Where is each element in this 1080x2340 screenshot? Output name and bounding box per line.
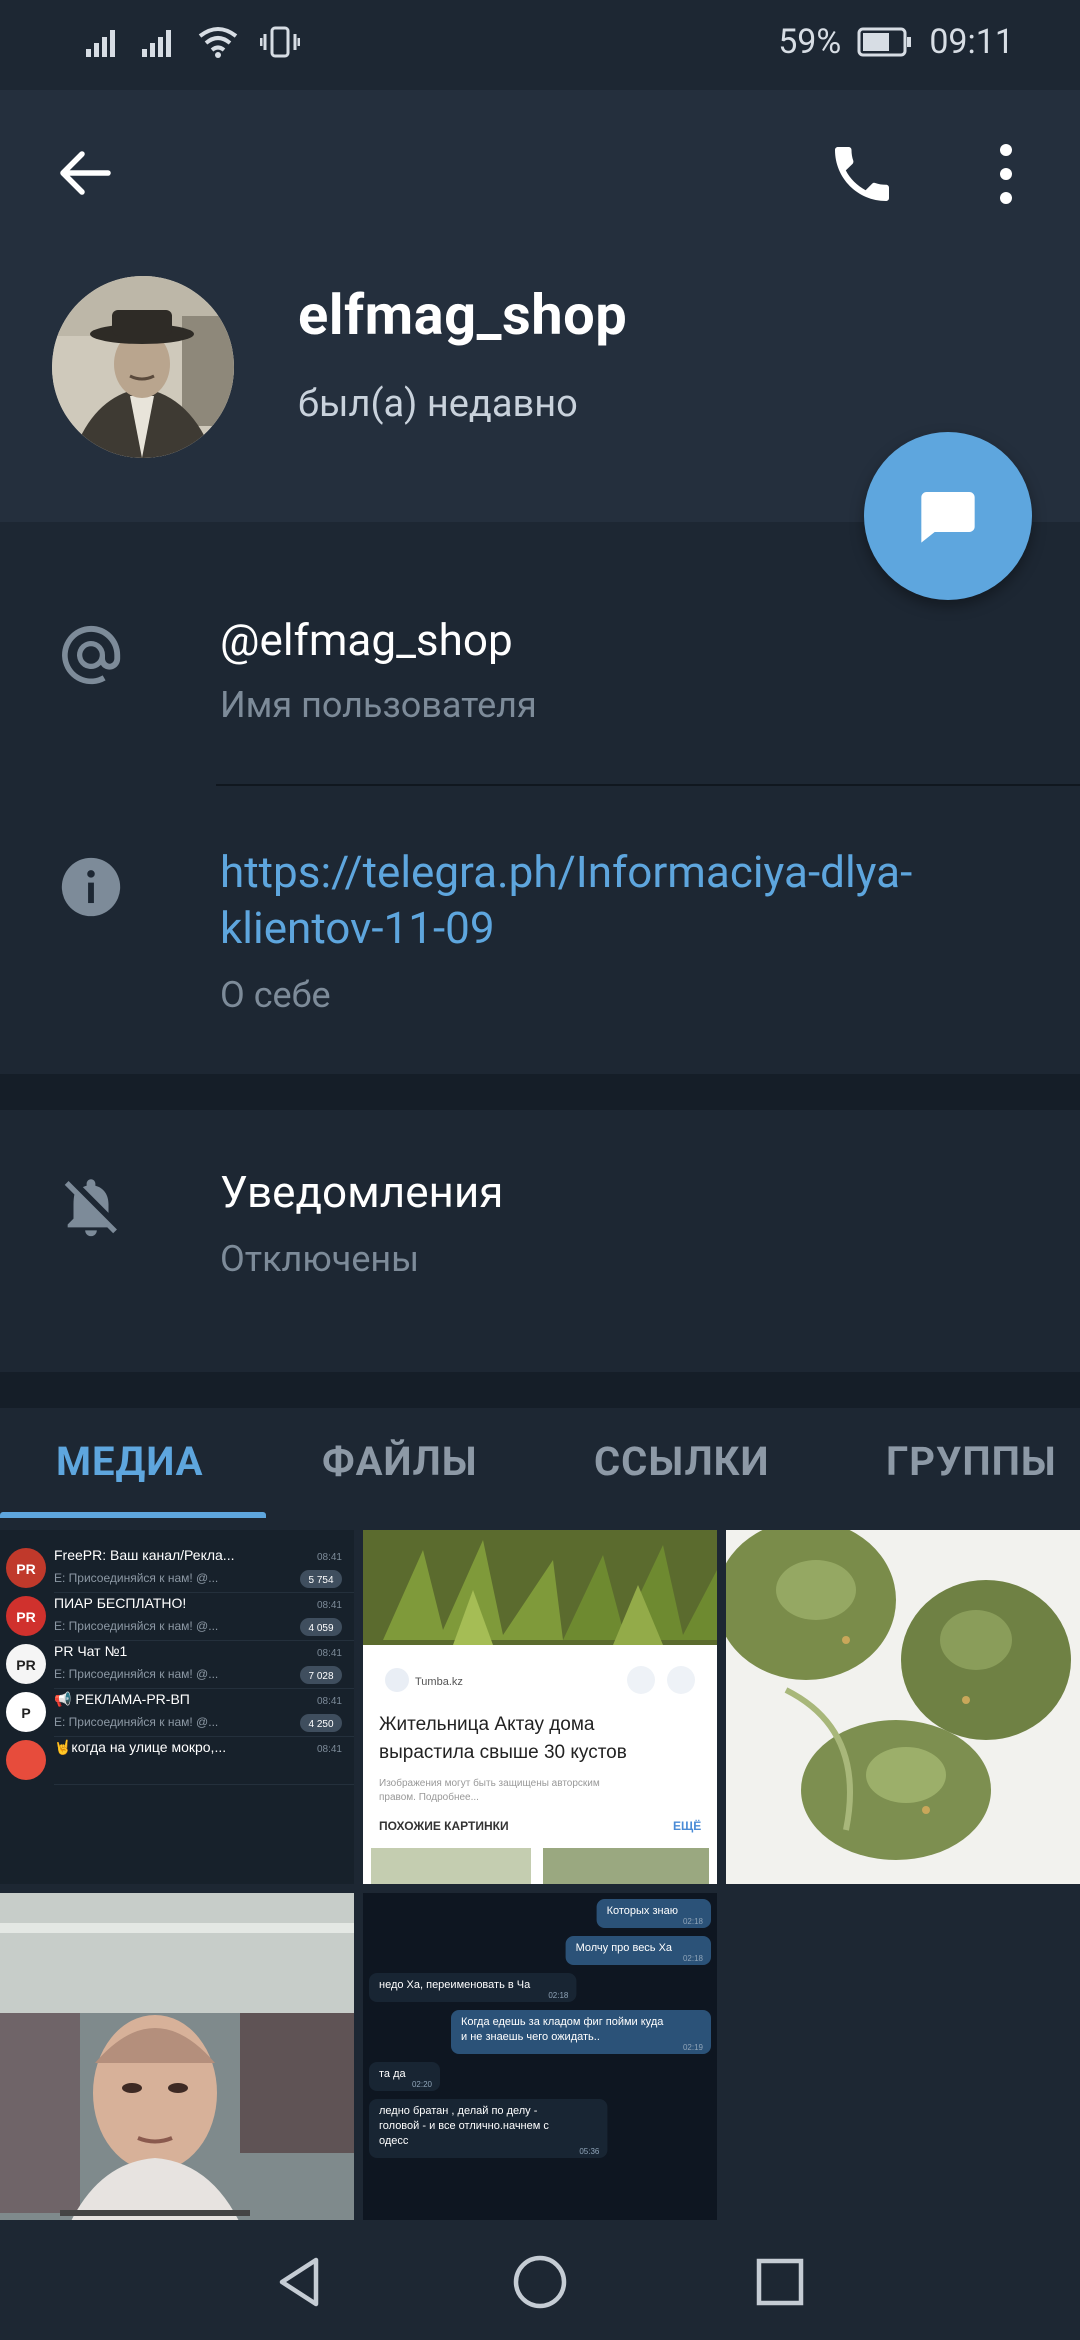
chatlist-time: 08:41 xyxy=(317,1600,342,1611)
clock: 09:11 xyxy=(929,22,1014,62)
system-nav-bar xyxy=(0,2220,1080,2340)
nav-home-icon[interactable] xyxy=(510,2252,570,2312)
bio-label: О себе xyxy=(220,974,331,1016)
status-icons-right: 59% 09:11 xyxy=(778,22,1014,62)
status-bar: 59% 09:11 xyxy=(0,0,1080,90)
chatlist-title: 📢 РЕКЛАМА-PR-ВП xyxy=(54,1691,190,1708)
chat-message-text: та да xyxy=(379,2068,407,2080)
divider xyxy=(216,784,1080,786)
chatlist-count: 5 754 xyxy=(308,1575,333,1586)
tab-files[interactable]: ФАЙЛЫ xyxy=(322,1438,478,1485)
chatlist-preview: Е: Присоединяйся к нам! @... xyxy=(54,1715,218,1729)
tab-indicator xyxy=(0,1512,266,1518)
chat-message-text: головой - и все отлично.начнем с xyxy=(379,2120,549,2132)
more-vert-icon[interactable] xyxy=(990,136,1022,212)
chatlist-time: 08:41 xyxy=(317,1648,342,1659)
chatlist-preview: Е: Присоединяйся к нам! @... xyxy=(54,1619,218,1633)
chatlist-title: ПИАР БЕСПЛАТНО! xyxy=(54,1595,186,1611)
chatlist-count: 4 059 xyxy=(308,1623,333,1634)
chatlist-title: PR Чат №1 xyxy=(54,1643,127,1659)
chatlist-preview: Е: Присоединяйся к нам! @... xyxy=(54,1667,218,1681)
chatlist-screenshot: PR FreePR: Ваш канал/Рекла... 08:41 Е: Прис… xyxy=(6,1547,354,1785)
at-sign-icon xyxy=(62,625,121,685)
profile-name: elfmag_shop xyxy=(298,282,628,348)
news-source: Tumba.kz xyxy=(415,1676,463,1688)
tab-media[interactable]: МЕДИА xyxy=(56,1438,204,1485)
notifications-title: Уведомления xyxy=(220,1166,504,1218)
vibrate-icon xyxy=(260,26,300,58)
svg-text:правом. Подробнее...: правом. Подробнее... xyxy=(379,1791,479,1803)
shared-media-tabs: МЕДИА ФАЙЛЫ ССЫЛКИ ГРУППЫ xyxy=(0,1408,1080,1522)
chat-screenshot: Которых знаю 02:18 Молчу про весь Ха 02:18 н… xyxy=(369,1899,711,2158)
media-grid: PR FreePR: Ваш канал/Рекла... 08:41 Е: Прис… xyxy=(0,1520,1080,2247)
news-more: ЕЩЁ xyxy=(673,1818,701,1833)
chat-message-text: Которых знаю xyxy=(607,1905,678,1917)
chat-message-time: 02:18 xyxy=(683,1917,704,1926)
media-thumb-plant[interactable] xyxy=(726,1530,1080,1884)
signal-icon xyxy=(86,30,115,57)
media-thumb-news[interactable]: Tumba.kz Жительница Актау дома вырастила… xyxy=(363,1530,717,1884)
signal-icon xyxy=(142,30,171,57)
chat-message-time: 02:18 xyxy=(683,1954,704,1963)
notifications-value: Отключены xyxy=(220,1238,420,1280)
nav-back-icon[interactable] xyxy=(270,2252,330,2312)
chat-message-text: ледно братан , делай по делу - xyxy=(379,2105,538,2117)
chatlist-time: 08:41 xyxy=(317,1696,342,1707)
bell-off-icon xyxy=(64,1179,117,1237)
chat-message-time: 05:36 xyxy=(579,2147,600,2156)
notifications-row[interactable]: Уведомления Отключены xyxy=(0,1110,1080,1372)
chat-message-text: и не знаешь чего ожидать.. xyxy=(461,2031,600,2043)
person-photo xyxy=(0,1893,354,2247)
wifi-icon xyxy=(198,27,238,58)
chat-message-time: 02:20 xyxy=(412,2080,433,2089)
chat-bubble-icon xyxy=(921,492,975,543)
username-value[interactable]: @elfmag_shop xyxy=(220,614,513,666)
chat-message-text: одесс xyxy=(379,2135,409,2147)
news-screenshot: Tumba.kz Жительница Актау дома вырастила… xyxy=(363,1530,717,1884)
last-seen-status: был(а) недавно xyxy=(298,382,578,426)
tab-groups[interactable]: ГРУППЫ xyxy=(886,1438,1057,1485)
phone-icon[interactable] xyxy=(826,138,898,210)
avatar[interactable] xyxy=(52,276,234,458)
news-headline-1: Жительница Актау дома xyxy=(379,1714,595,1735)
media-thumb-chat[interactable]: Которых знаю 02:18 Молчу про весь Ха 02:18 н… xyxy=(363,1893,717,2247)
chatlist-avatar-label: PR xyxy=(16,1609,35,1625)
chatlist-time: 08:41 xyxy=(317,1552,342,1563)
chatlist-avatar-label: PR xyxy=(16,1657,35,1673)
bio-link[interactable]: https://telegra.ph/Informaciya-dlya-klie… xyxy=(220,844,1040,956)
battery-percent: 59% xyxy=(778,22,842,62)
chat-message-text: недо Ха, переименовать в Ча xyxy=(379,1979,531,1991)
chatlist-avatar xyxy=(6,1740,46,1780)
info-icon xyxy=(61,857,121,917)
avatar-photo xyxy=(52,276,234,458)
battery-icon xyxy=(857,27,912,57)
news-note: Изображения могут быть защищены авторски… xyxy=(379,1777,600,1789)
section-separator xyxy=(0,1074,1080,1110)
news-similar: ПОХОЖИЕ КАРТИНКИ xyxy=(379,1819,509,1833)
chatlist-avatar-label: P xyxy=(21,1705,30,1721)
chat-message-text: Молчу про весь Ха xyxy=(576,1942,673,1954)
media-thumb-person[interactable] xyxy=(0,1893,354,2247)
back-arrow-icon[interactable] xyxy=(50,138,120,208)
section-separator xyxy=(0,1372,1080,1408)
tab-links[interactable]: ССЫЛКИ xyxy=(594,1438,770,1485)
chatlist-avatar-label: PR xyxy=(16,1561,35,1577)
chatlist-title: FreePR: Ваш канал/Рекла... xyxy=(54,1547,234,1563)
chatlist-title: 🤘когда на улице мокро,... xyxy=(54,1738,226,1756)
chat-message-time: 02:19 xyxy=(683,2043,704,2052)
chatlist-preview: Е: Присоединяйся к нам! @... xyxy=(54,1571,218,1585)
chat-message-time: 02:18 xyxy=(548,1991,569,2000)
username-label: Имя пользователя xyxy=(220,684,537,726)
plant-photo xyxy=(726,1530,1080,1884)
info-section: @elfmag_shop Имя пользователя https://te… xyxy=(0,522,1080,1072)
message-fab-button[interactable] xyxy=(864,432,1032,600)
news-headline-2: вырастила свыше 30 кустов xyxy=(379,1742,627,1763)
status-icons-left xyxy=(86,26,300,58)
media-thumb-chatlist[interactable]: PR FreePR: Ваш канал/Рекла... 08:41 Е: Прис… xyxy=(0,1530,354,1884)
chatlist-count: 7 028 xyxy=(308,1671,333,1682)
chat-message-text: Когда едешь за кладом фиг пойми куда xyxy=(461,2016,664,2028)
chatlist-time: 08:41 xyxy=(317,1744,342,1755)
chatlist-count: 4 250 xyxy=(308,1719,333,1730)
nav-recents-icon[interactable] xyxy=(750,2252,810,2312)
